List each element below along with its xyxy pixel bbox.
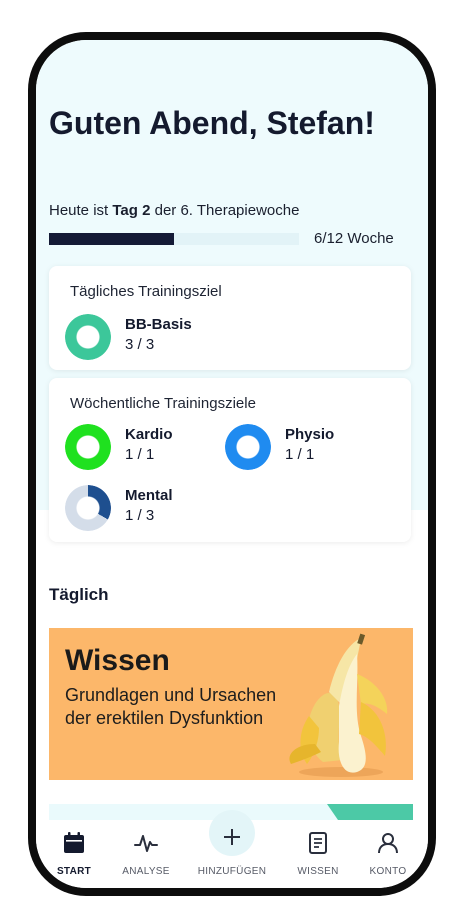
knowledge-banner[interactable]: Wissen Grundlagen und Ursachen der erekt…: [49, 628, 413, 780]
nav-label: KONTO: [369, 866, 407, 877]
status-suffix: der 6. Therapiewoche: [150, 202, 300, 219]
status-prefix: Heute ist: [49, 202, 113, 219]
pulse-icon: [134, 835, 158, 852]
daily-goal-card[interactable]: Tägliches Trainingsziel BB-Basis 3 / 3: [49, 266, 411, 370]
app-screen: Guten Abend, Stefan! Heute ist Tag 2 der…: [36, 40, 428, 888]
goal-count: 1 / 1: [285, 446, 315, 463]
goal-name: Kardio: [125, 426, 173, 443]
calendar-icon: [64, 832, 84, 853]
plus-icon: [224, 829, 240, 845]
goal-name: BB-Basis: [125, 316, 192, 333]
goal-count: 1 / 1: [125, 446, 155, 463]
nav-start[interactable]: START: [36, 830, 112, 877]
goal-name: Mental: [125, 487, 173, 504]
banana-illustration: [289, 633, 388, 777]
person-icon: [378, 833, 398, 854]
document-icon: [309, 832, 327, 854]
week-progress-fill: [49, 233, 174, 245]
progress-ring-icon: [65, 424, 111, 470]
nav-wissen[interactable]: WISSEN: [280, 830, 356, 877]
banner-title: Wissen: [65, 644, 170, 677]
progress-ring-icon: [65, 314, 111, 360]
nav-label: HINZUFÜGEN: [197, 866, 267, 877]
weekly-goals-card[interactable]: Wöchentliche Trainingsziele Kardio 1 / 1…: [49, 378, 411, 542]
nav-label: ANALYSE: [122, 866, 170, 877]
goal-name: Physio: [285, 426, 335, 443]
goal-bb-basis[interactable]: BB-Basis 3 / 3: [65, 314, 215, 360]
progress-ring-icon: [225, 424, 271, 470]
goal-kardio[interactable]: Kardio 1 / 1: [65, 424, 215, 470]
bottom-navigation: START ANALYSE HINZUFÜGEN WISSEN KONTO: [36, 810, 428, 888]
nav-label: WISSEN: [297, 866, 339, 877]
goal-count: 1 / 3: [125, 507, 155, 524]
status-day: Tag 2: [112, 202, 151, 219]
nav-konto[interactable]: KONTO: [350, 830, 426, 877]
weekly-goals-title: Wöchentliche Trainingsziele: [70, 395, 256, 412]
section-title: Täglich: [49, 585, 109, 604]
goal-mental[interactable]: Mental 1 / 3: [65, 485, 215, 531]
week-progress-label: 6/12 Woche: [314, 230, 394, 247]
banner-text: Grundlagen und Ursachen der erektilen Dy…: [65, 685, 277, 728]
therapy-status: Heute ist Tag 2 der 6. Therapiewoche: [49, 202, 299, 219]
nav-label: START: [56, 866, 92, 877]
nav-hinzufuegen[interactable]: HINZUFÜGEN: [194, 829, 270, 883]
daily-goal-title: Tägliches Trainingsziel: [70, 283, 222, 300]
progress-ring-icon: [65, 485, 111, 531]
nav-analyse[interactable]: ANALYSE: [108, 830, 184, 877]
greeting-title: Guten Abend, Stefan!: [49, 105, 375, 141]
goal-count: 3 / 3: [125, 336, 155, 353]
week-progress-bar: [49, 233, 299, 245]
goal-physio[interactable]: Physio 1 / 1: [225, 424, 375, 470]
